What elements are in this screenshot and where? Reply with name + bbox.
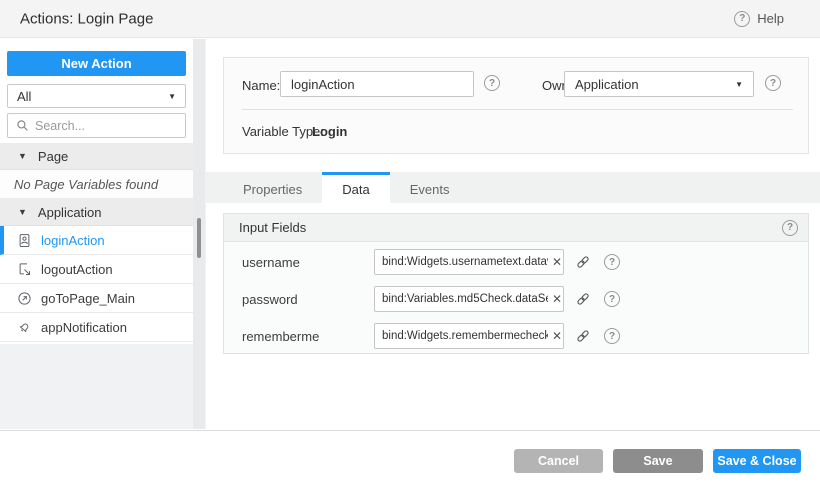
- sidebar-item-label: appNotification: [41, 320, 127, 335]
- tree-group-page[interactable]: ▼ Page: [0, 143, 193, 170]
- new-action-button[interactable]: New Action: [7, 51, 186, 76]
- help-link[interactable]: ? Help: [734, 11, 784, 27]
- input-fields-help-icon[interactable]: ?: [782, 220, 798, 236]
- bind-link-icon[interactable]: [575, 291, 591, 307]
- sidebar-item-loginaction[interactable]: loginAction: [0, 226, 193, 255]
- help-label: Help: [757, 11, 784, 26]
- search-icon: [16, 119, 29, 132]
- save-and-close-button[interactable]: Save & Close: [713, 449, 801, 473]
- variable-type-value: Login: [312, 124, 347, 139]
- sidebar-item-gotopage-main[interactable]: goToPage_Main: [0, 284, 193, 313]
- owner-select[interactable]: Application ▼: [564, 71, 754, 97]
- clear-binding-icon[interactable]: ✕: [550, 292, 564, 306]
- field-row-password: password ✕ ?: [224, 286, 808, 312]
- scope-filter-select[interactable]: All ▼: [7, 84, 186, 108]
- notification-icon: [17, 320, 32, 335]
- variables-sidebar: New Action All ▼ ▼ Page No Page Variable…: [0, 39, 193, 429]
- field-help-icon[interactable]: ?: [604, 291, 620, 307]
- sidebar-item-label: goToPage_Main: [41, 291, 135, 306]
- page-empty-message: No Page Variables found: [0, 170, 193, 199]
- save-button[interactable]: Save: [613, 449, 703, 473]
- owner-select-value: Application: [575, 77, 639, 92]
- variable-summary-box: Name: * ? Owner: * Application ▼ ? Varia…: [223, 57, 809, 154]
- field-label: username: [242, 255, 374, 270]
- bind-link-icon[interactable]: [575, 254, 591, 270]
- username-bind-input[interactable]: [374, 249, 564, 275]
- sidebar-item-label: logoutAction: [41, 262, 113, 277]
- clear-binding-icon[interactable]: ✕: [550, 255, 564, 269]
- tree-group-application[interactable]: ▼ Application: [0, 199, 193, 226]
- logout-action-icon: [17, 262, 32, 277]
- tree-group-application-label: Application: [38, 205, 102, 220]
- name-help-icon[interactable]: ?: [484, 75, 500, 91]
- chevron-down-icon: ▼: [735, 80, 743, 89]
- tab-events[interactable]: Events: [390, 172, 470, 203]
- input-fields-header: Input Fields ?: [224, 214, 808, 242]
- divider: [242, 109, 793, 110]
- input-fields-panel: Input Fields ? username ✕: [223, 213, 809, 354]
- footer-buttons: Cancel Save Save & Close: [514, 449, 801, 473]
- tab-properties[interactable]: Properties: [223, 172, 322, 203]
- field-label: rememberme: [242, 329, 374, 344]
- sidebar-item-label: loginAction: [41, 233, 105, 248]
- variables-tree: ▼ Page No Page Variables found ▼ Applica…: [0, 143, 193, 342]
- scope-filter-value: All: [17, 89, 31, 104]
- clear-binding-icon[interactable]: ✕: [550, 329, 564, 343]
- name-input[interactable]: [280, 71, 474, 97]
- cancel-button[interactable]: Cancel: [514, 449, 603, 473]
- owner-help-icon[interactable]: ?: [765, 75, 781, 91]
- search-box: [7, 113, 186, 138]
- sidebar-item-appnotification[interactable]: appNotification: [0, 313, 193, 342]
- input-fields-body: username ✕ ? password: [224, 242, 808, 349]
- field-help-icon[interactable]: ?: [604, 254, 620, 270]
- sidebar-scrollbar-track[interactable]: [193, 39, 205, 429]
- field-help-icon[interactable]: ?: [604, 328, 620, 344]
- field-row-rememberme: rememberme ✕ ?: [224, 323, 808, 349]
- dialog-header: Actions: Login Page ? Help: [0, 0, 820, 38]
- password-bind-input[interactable]: [374, 286, 564, 312]
- tree-group-page-label: Page: [38, 149, 68, 164]
- sidebar-empty-area: [0, 344, 193, 429]
- tab-bar: Properties Data Events: [206, 172, 820, 203]
- main-panel: Name: * ? Owner: * Application ▼ ? Varia…: [205, 39, 820, 429]
- tab-data[interactable]: Data: [322, 172, 389, 203]
- login-action-icon: [17, 233, 32, 248]
- input-fields-title: Input Fields: [239, 220, 306, 235]
- sidebar-scrollbar-thumb[interactable]: [197, 218, 201, 258]
- field-label: password: [242, 292, 374, 307]
- sidebar-item-logoutaction[interactable]: logoutAction: [0, 255, 193, 284]
- field-row-username: username ✕ ?: [224, 249, 808, 275]
- goto-page-icon: [17, 291, 32, 306]
- collapse-triangle-icon: ▼: [18, 151, 27, 161]
- page-title: Actions: Login Page: [20, 10, 153, 27]
- collapse-triangle-icon: ▼: [18, 207, 27, 217]
- chevron-down-icon: ▼: [168, 92, 176, 101]
- search-input[interactable]: [35, 119, 177, 133]
- help-icon: ?: [734, 11, 750, 27]
- rememberme-bind-input[interactable]: [374, 323, 564, 349]
- bind-link-icon[interactable]: [575, 328, 591, 344]
- dialog-footer: Cancel Save Save & Close: [0, 430, 820, 486]
